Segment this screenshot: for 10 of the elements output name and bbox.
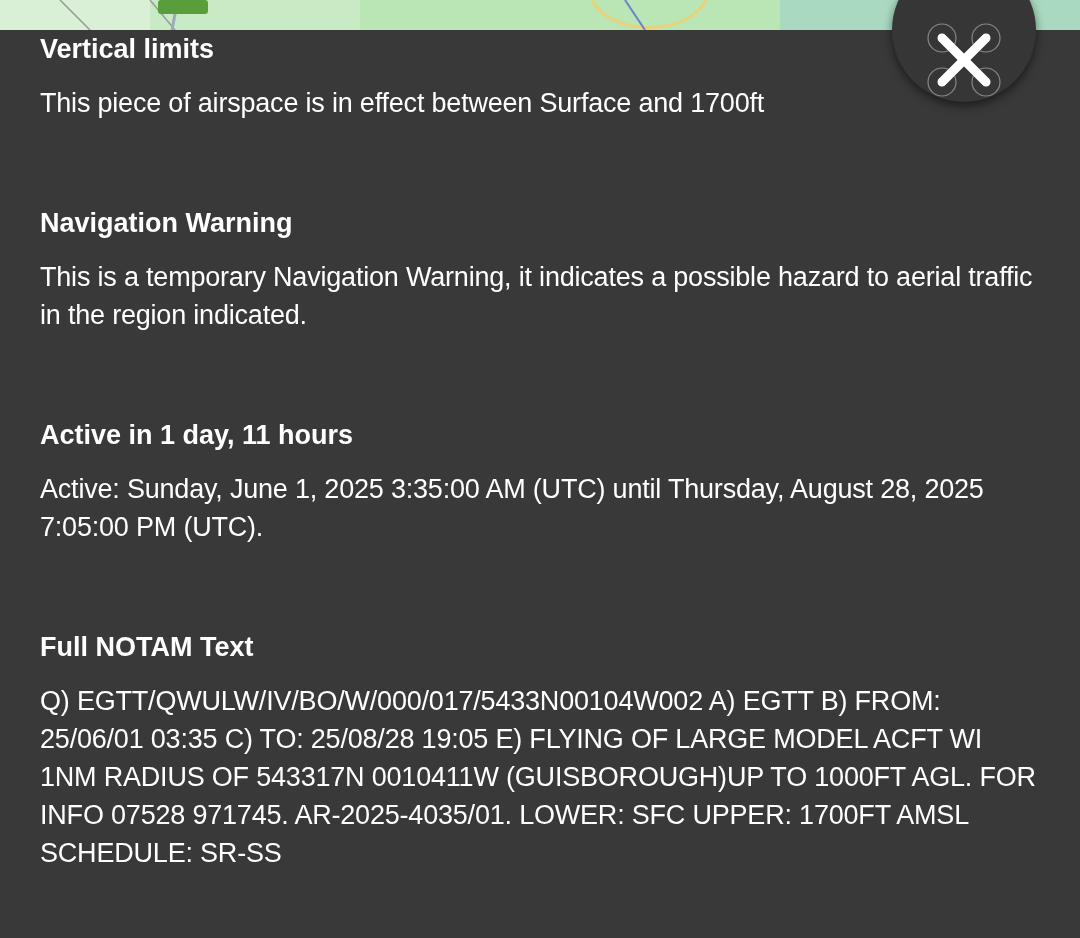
drone-icon [926,22,1002,98]
section-heading: Active in 1 day, 11 hours [40,419,355,452]
section-text: Q) EGTT/QWULW/IV/BO/W/000/017/5433N00104W002 A) EGTT B) FROM: 25/06/01 03:35 C) TO: 25/08/28 19:05 E) FLYING OF LARGE MODEL ACFT WI 1NM RADIUS OF 543317N 0010411W (GUISBOROUGH)UP TO 1000FT AGL. FOR INFO 07528 971745. AR-2025-4035/01. LOWER: SFC UPPER: 1700FT AMSL SCHEDULE: SR-SS [40,685,1037,870]
section-text: Active: Sunday, June 1, 2025 3:35:00 AM (UTC) until Thursday, August 28, 2025 7:05:00 PM (UTC). [40,473,985,544]
section-heading: Navigation Warning [40,207,294,240]
section-heading: Vertical limits [40,33,216,66]
section-text: This is a temporary Navigation Warning, it indicates a possible hazard to aerial traffic in the region indicated. [40,261,1034,332]
section-text: This piece of airspace is in effect between Surface and 1700ft [40,87,766,120]
drone-button[interactable] [892,0,1036,102]
section-heading: Full NOTAM Text [40,631,255,664]
